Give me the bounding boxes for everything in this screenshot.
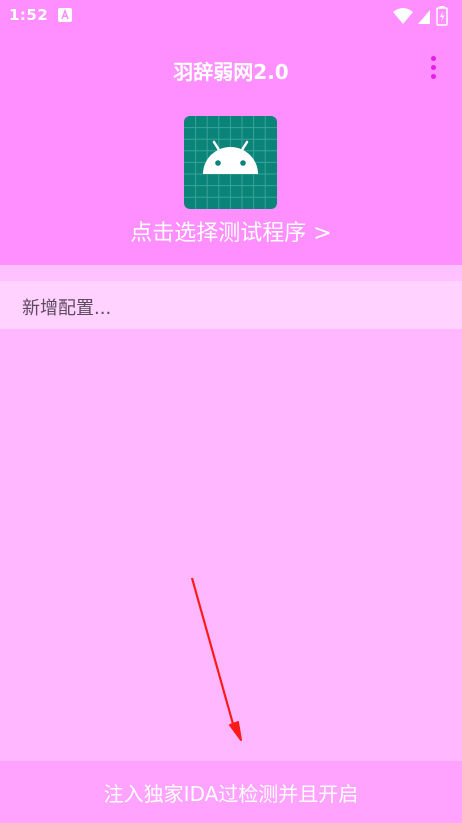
- inject-start-button[interactable]: 注入独家IDA过检测并且开启: [0, 761, 462, 823]
- battery-icon: [436, 6, 448, 26]
- list-item-label: 新增配置...: [22, 298, 112, 319]
- select-program-link[interactable]: 点击选择测试程序 >: [0, 215, 462, 247]
- cell-signal-icon: [418, 10, 430, 24]
- notification-a-icon: [58, 8, 72, 22]
- status-time: 1:52: [9, 6, 49, 24]
- status-bar: 1:52: [0, 0, 462, 32]
- android-icon[interactable]: [184, 116, 277, 209]
- header: 羽辞弱网2.0 点击选择测试程序 >: [0, 32, 462, 265]
- content-area: [0, 329, 462, 761]
- overflow-menu-icon[interactable]: [420, 54, 446, 84]
- wifi-icon: [393, 8, 413, 24]
- app-title: 羽辞弱网2.0: [173, 60, 289, 84]
- status-icons: [392, 6, 454, 26]
- list-divider: [0, 265, 462, 281]
- list-item-add-config[interactable]: 新增配置...: [0, 281, 462, 329]
